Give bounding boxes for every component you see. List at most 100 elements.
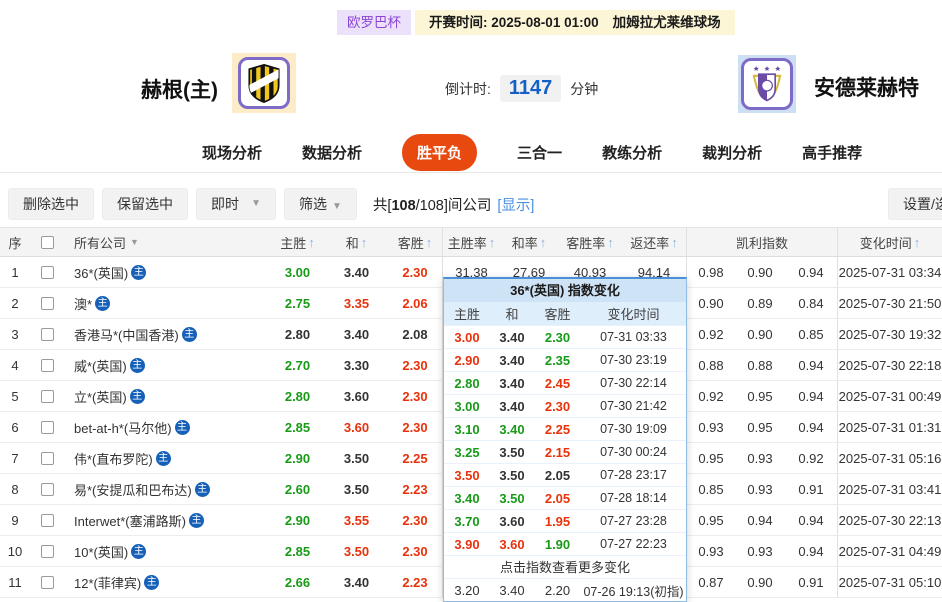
filter-dropdown[interactable]: 筛选▼ (284, 188, 357, 220)
home-odds[interactable]: 2.75 (270, 288, 325, 318)
tab-expert-picks[interactable]: 高手推荐 (802, 142, 862, 163)
select-all-checkbox[interactable] (41, 236, 54, 249)
hacken-shield-icon (245, 62, 283, 104)
show-link[interactable]: [显示] (497, 198, 534, 214)
tab-data-analysis[interactable]: 数据分析 (302, 142, 362, 163)
draw-odds[interactable]: 3.35 (325, 288, 388, 318)
row-checkbox[interactable] (41, 266, 54, 279)
home-odds[interactable]: 2.90 (270, 443, 325, 473)
sort-up-icon: ↑ (671, 235, 678, 250)
row-checkbox[interactable] (41, 328, 54, 341)
row-checkbox[interactable] (41, 421, 54, 434)
row-index: 4 (0, 350, 30, 380)
company-name[interactable]: 香港马*(中国香港) (74, 325, 179, 344)
header-select-all (30, 228, 64, 256)
draw-odds[interactable]: 3.40 (325, 319, 388, 349)
draw-odds[interactable]: 3.60 (325, 412, 388, 442)
company-name[interactable]: 12*(菲律宾) (74, 573, 141, 592)
settings-select-button[interactable]: 设置/选择 (888, 188, 942, 220)
header-home-odds[interactable]: 主胜↑ (270, 228, 325, 256)
row-checkbox[interactable] (41, 483, 54, 496)
home-odds[interactable]: 3.00 (270, 257, 325, 287)
home-odds[interactable]: 2.66 (270, 567, 325, 597)
draw-odds[interactable]: 3.55 (325, 505, 388, 535)
away-odds[interactable]: 2.30 (388, 536, 443, 566)
tab-three-in-one[interactable]: 三合一 (517, 142, 562, 163)
popup-draw-odds: 3.40 (490, 376, 534, 391)
company-name[interactable]: 36*(英国) (74, 263, 128, 282)
draw-odds[interactable]: 3.40 (325, 257, 388, 287)
draw-odds[interactable]: 3.60 (325, 381, 388, 411)
away-odds[interactable]: 2.23 (388, 567, 443, 597)
live-odds-dropdown[interactable]: 即时▼ (196, 188, 276, 220)
away-odds[interactable]: 2.25 (388, 443, 443, 473)
row-checkbox[interactable] (41, 452, 54, 465)
company-name[interactable]: 澳* (74, 294, 92, 313)
away-odds[interactable]: 2.30 (388, 350, 443, 380)
header-draw-odds[interactable]: 和↑ (325, 228, 388, 256)
tab-coach-analysis[interactable]: 教练分析 (602, 142, 662, 163)
away-team-logo (738, 55, 796, 113)
header-change-time[interactable]: 变化时间↑ (838, 228, 942, 256)
away-odds[interactable]: 2.08 (388, 319, 443, 349)
away-odds[interactable]: 2.30 (388, 381, 443, 411)
header-draw-rate[interactable]: 和率↑ (500, 228, 558, 256)
home-odds[interactable]: 2.85 (270, 536, 325, 566)
tab-win-draw-lose[interactable]: 胜平负 (402, 134, 477, 171)
kelly-away: 0.94 (785, 412, 838, 442)
header-return-rate[interactable]: 返还率↑ (622, 228, 687, 256)
row-checkbox[interactable] (41, 297, 54, 310)
draw-odds[interactable]: 3.50 (325, 443, 388, 473)
main-company-badge: 主 (130, 358, 145, 373)
company-name[interactable]: 威*(英国) (74, 356, 127, 375)
header-away-rate[interactable]: 客胜率↑ (558, 228, 622, 256)
away-odds[interactable]: 2.30 (388, 257, 443, 287)
header-home-rate[interactable]: 主胜率↑ (443, 228, 500, 256)
company-name[interactable]: bet-at-h*(马尔他) (74, 418, 172, 437)
main-company-badge: 主 (175, 420, 190, 435)
row-checkbox-cell (30, 319, 64, 349)
draw-odds[interactable]: 3.40 (325, 567, 388, 597)
draw-odds[interactable]: 3.50 (325, 474, 388, 504)
popup-change-time: 07-27 22:23 (581, 537, 686, 551)
row-checkbox[interactable] (41, 545, 54, 558)
main-company-badge: 主 (144, 575, 159, 590)
keep-selected-button[interactable]: 保留选中 (102, 188, 188, 220)
row-index: 11 (0, 567, 30, 597)
row-checkbox[interactable] (41, 359, 54, 372)
company-cell: 12*(菲律宾)主 (64, 567, 270, 597)
company-cell: 威*(英国)主 (64, 350, 270, 380)
company-name[interactable]: 伟*(直布罗陀) (74, 449, 153, 468)
home-odds[interactable]: 2.90 (270, 505, 325, 535)
header-away-odds[interactable]: 客胜↑ (388, 228, 443, 256)
kelly-home: 0.92 (687, 381, 735, 411)
away-odds[interactable]: 2.23 (388, 474, 443, 504)
draw-odds[interactable]: 3.50 (325, 536, 388, 566)
home-odds[interactable]: 2.80 (270, 319, 325, 349)
company-name[interactable]: 10*(英国) (74, 542, 128, 561)
row-checkbox[interactable] (41, 390, 54, 403)
home-odds[interactable]: 2.60 (270, 474, 325, 504)
popup-more-link[interactable]: 点击指数查看更多变化 (444, 555, 686, 578)
company-cell: 易*(安提瓜和巴布达)主 (64, 474, 270, 504)
tab-live-analysis[interactable]: 现场分析 (202, 142, 262, 163)
header-company[interactable]: 所有公司▼ (64, 228, 270, 256)
company-name[interactable]: 立*(英国) (74, 387, 127, 406)
main-company-badge: 主 (182, 327, 197, 342)
company-name[interactable]: Interwet*(塞浦路斯) (74, 511, 186, 530)
home-odds[interactable]: 2.80 (270, 381, 325, 411)
row-index: 1 (0, 257, 30, 287)
row-checkbox[interactable] (41, 514, 54, 527)
row-checkbox[interactable] (41, 576, 54, 589)
kelly-draw: 0.93 (735, 443, 785, 473)
away-odds[interactable]: 2.30 (388, 412, 443, 442)
draw-odds[interactable]: 3.30 (325, 350, 388, 380)
home-odds[interactable]: 2.85 (270, 412, 325, 442)
company-name[interactable]: 易*(安提瓜和巴布达) (74, 480, 192, 499)
delete-selected-button[interactable]: 删除选中 (8, 188, 94, 220)
home-odds[interactable]: 2.70 (270, 350, 325, 380)
tab-referee-analysis[interactable]: 裁判分析 (702, 142, 762, 163)
away-odds[interactable]: 2.06 (388, 288, 443, 318)
away-odds[interactable]: 2.30 (388, 505, 443, 535)
company-count: 共[108/108]间公司[显示] (373, 194, 535, 215)
